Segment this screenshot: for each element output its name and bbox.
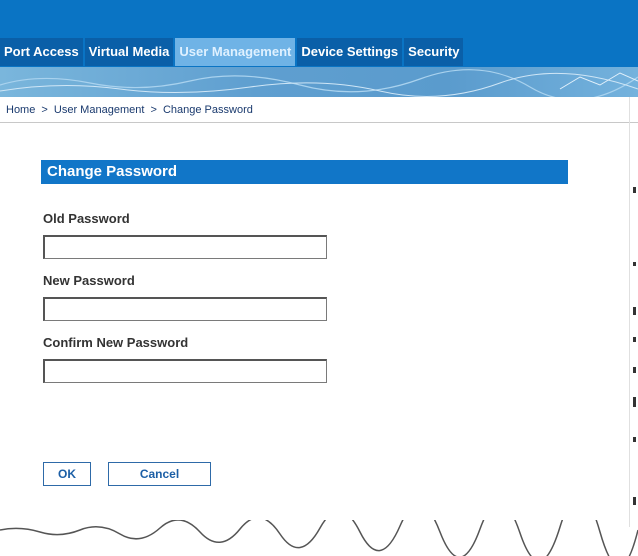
breadcrumb: Home > User Management > Change Password	[6, 104, 253, 116]
banner-wave-graphic	[0, 69, 638, 97]
tab-device-settings[interactable]: Device Settings	[297, 38, 403, 66]
new-password-label: New Password	[43, 273, 135, 288]
confirm-password-label: Confirm New Password	[43, 335, 189, 350]
tab-security[interactable]: Security	[404, 38, 464, 66]
cancel-button[interactable]: Cancel	[108, 462, 211, 486]
tab-user-management[interactable]: User Management	[175, 38, 296, 66]
breadcrumb-user-management-link[interactable]: User Management	[54, 104, 145, 116]
tab-virtual-media[interactable]: Virtual Media	[84, 38, 174, 66]
breadcrumb-divider	[0, 122, 638, 123]
new-password-input[interactable]	[43, 297, 327, 321]
breadcrumb-separator: >	[41, 104, 48, 116]
old-password-label: Old Password	[43, 211, 130, 226]
panel-title: Change Password	[41, 160, 568, 184]
breadcrumb-current: Change Password	[162, 104, 253, 116]
main-tab-bar: Port Access Virtual Media User Managemen…	[0, 38, 638, 68]
ok-button[interactable]: OK	[43, 462, 91, 486]
right-panel-edge	[629, 97, 638, 527]
old-password-input[interactable]	[43, 235, 327, 259]
torn-page-edge	[0, 520, 638, 556]
header-bar	[0, 0, 638, 38]
decorative-banner	[0, 67, 638, 97]
breadcrumb-home-link[interactable]: Home	[6, 104, 35, 116]
confirm-password-input[interactable]	[43, 359, 327, 383]
breadcrumb-separator: >	[150, 104, 157, 116]
tab-port-access[interactable]: Port Access	[0, 38, 83, 66]
